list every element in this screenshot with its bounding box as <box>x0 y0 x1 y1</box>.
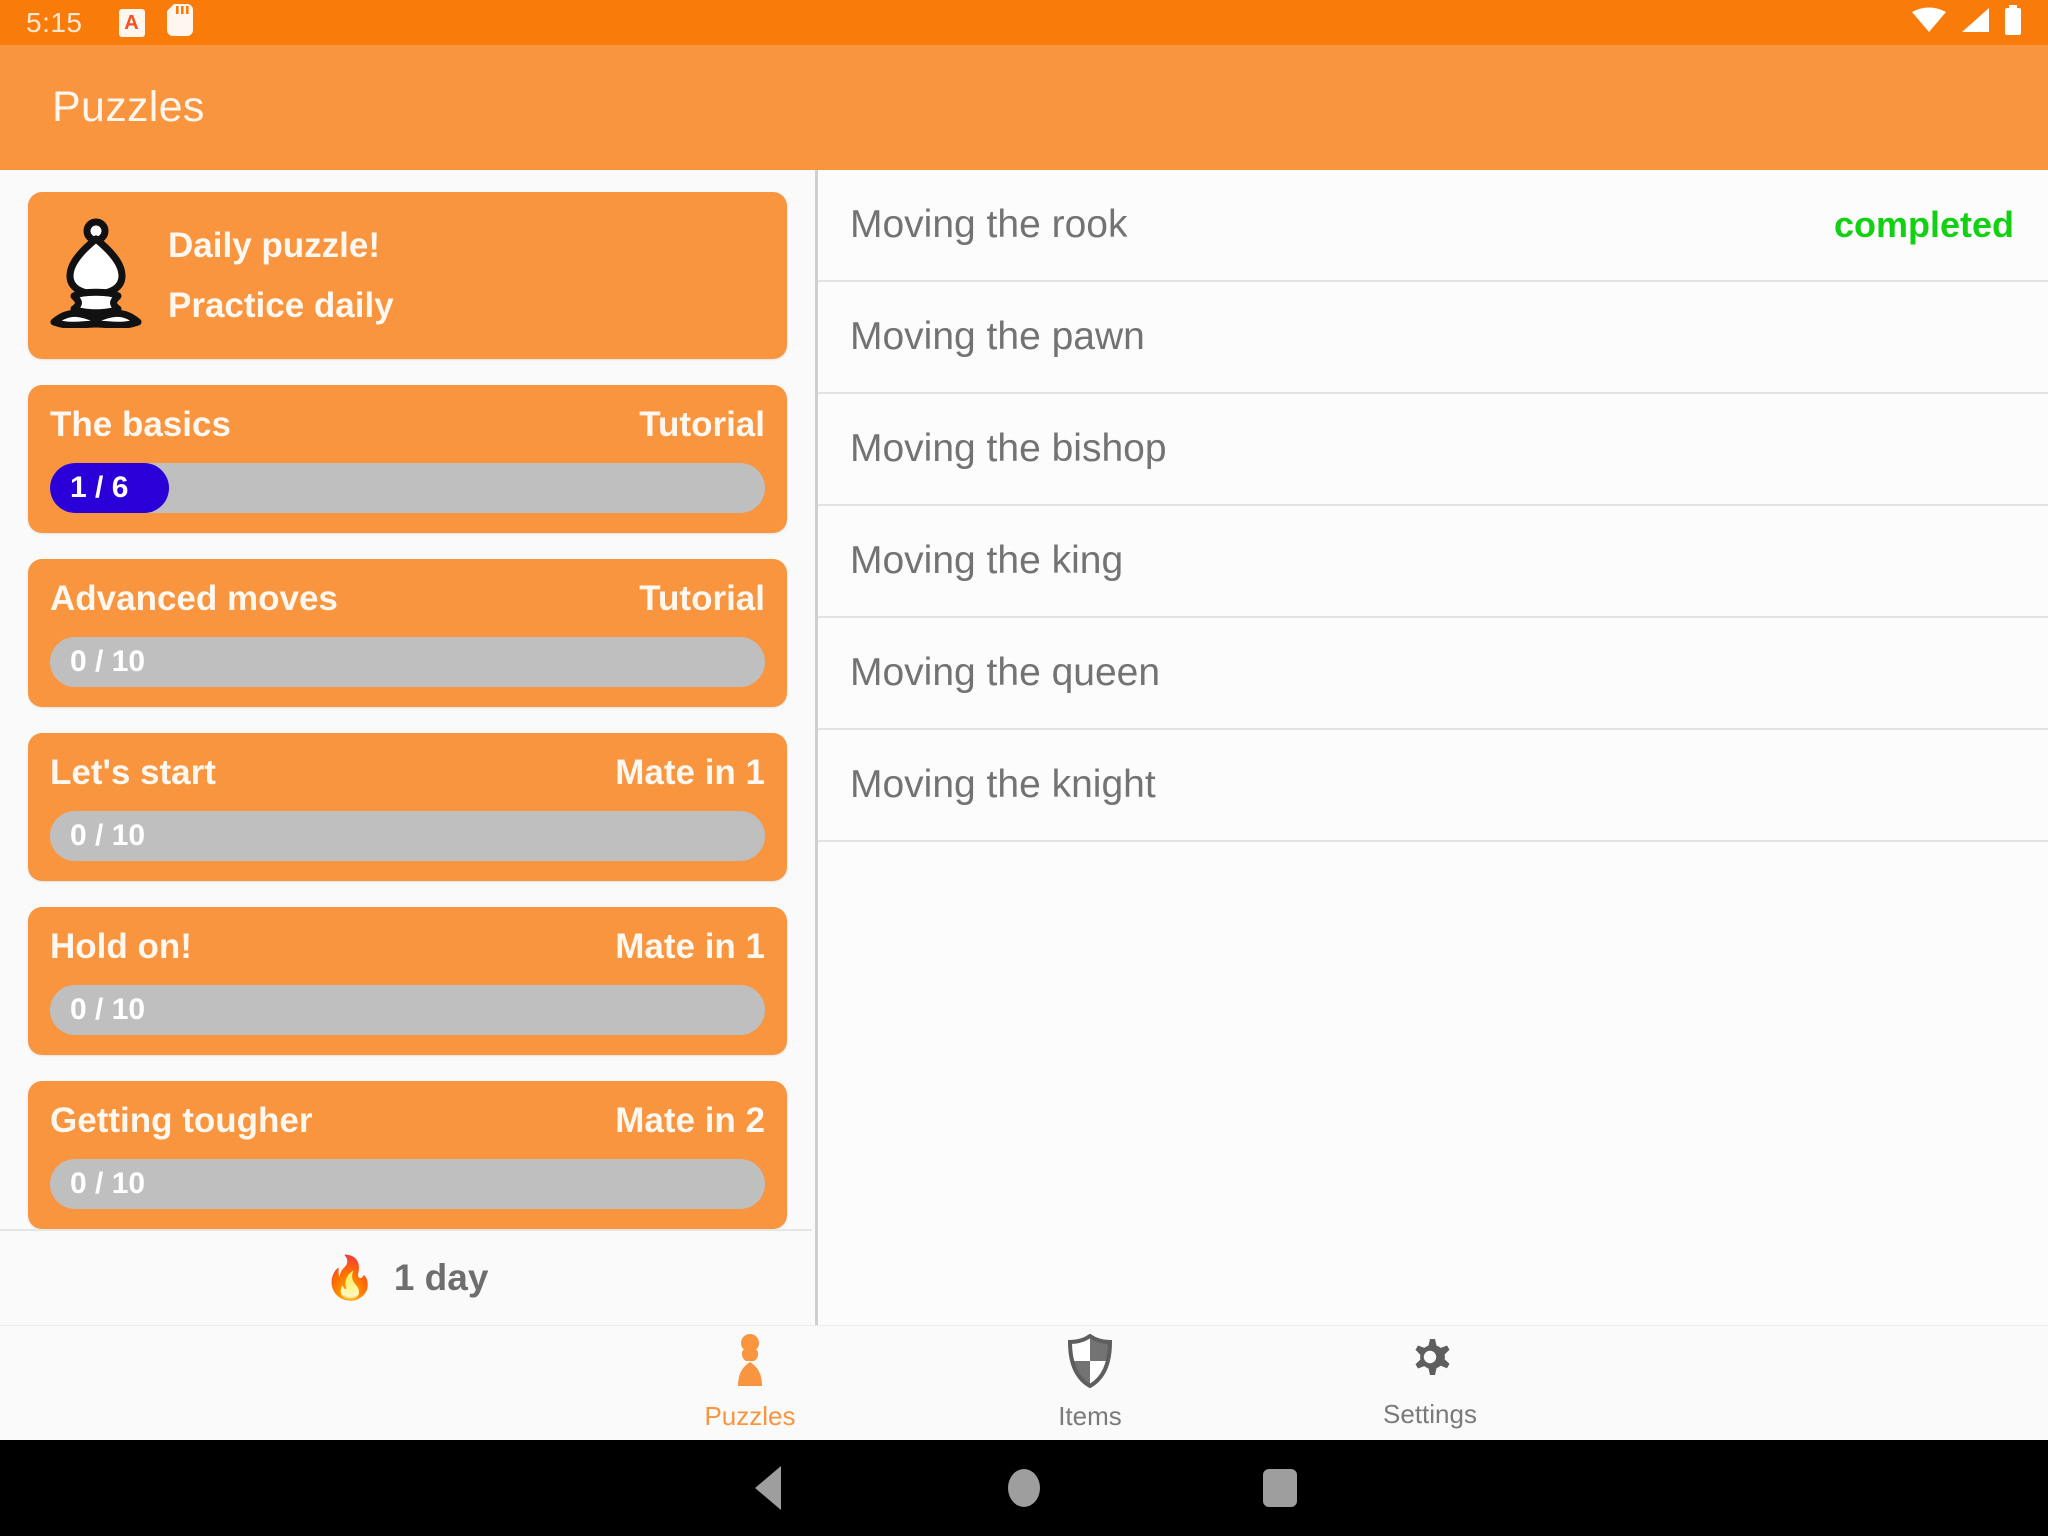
category-tag: Tutorial <box>639 405 765 444</box>
category-card[interactable]: Advanced moves Tutorial 0 / 10 <box>28 559 787 707</box>
category-card-header: The basics Tutorial <box>50 405 765 445</box>
daily-puzzle-subtitle: Practice daily <box>168 285 394 325</box>
chess-bishop-icon <box>50 218 142 333</box>
shield-icon <box>1067 1333 1113 1393</box>
nav-tab-items[interactable]: Items <box>920 1326 1260 1441</box>
nav-tab-items-label: Items <box>1058 1401 1122 1431</box>
bottom-navigation: Puzzles Items Settings <box>0 1325 2048 1440</box>
category-card[interactable]: Let's start Mate in 1 0 / 10 <box>28 733 787 881</box>
puzzle-categories-list[interactable]: Daily puzzle! Practice daily The basics … <box>0 170 815 1229</box>
nav-tab-puzzles-label: Puzzles <box>704 1401 796 1431</box>
lesson-title: Moving the pawn <box>850 315 1145 358</box>
wifi-icon <box>1912 7 1946 38</box>
lesson-title: Moving the king <box>850 539 1124 582</box>
category-title: Getting tougher <box>50 1101 313 1140</box>
lesson-title: Moving the rook <box>850 203 1128 246</box>
recents-icon <box>1263 1469 1297 1507</box>
android-recents-button[interactable] <box>1152 1469 1408 1507</box>
lesson-row[interactable]: Moving the rook completed <box>818 170 2048 282</box>
lesson-list-panel: Moving the rook completed Moving the paw… <box>818 170 2048 1325</box>
category-card-header: Advanced moves Tutorial <box>50 579 765 619</box>
nav-tab-settings[interactable]: Settings <box>1260 1326 1600 1441</box>
category-card-header: Getting tougher Mate in 2 <box>50 1101 765 1141</box>
status-bar-clock: 5:15 <box>26 6 83 38</box>
app-a-icon: A <box>118 8 145 37</box>
category-progress-label: 0 / 10 <box>70 645 146 678</box>
app-root: 5:15 A Puzzles Daily puzzle! Practice da… <box>0 0 2048 1536</box>
status-bar-system-icons <box>1912 5 2022 40</box>
category-progress-bar: 0 / 10 <box>50 1159 765 1209</box>
back-icon <box>755 1466 781 1510</box>
category-title: The basics <box>50 405 231 444</box>
daily-puzzle-texts: Daily puzzle! Practice daily <box>168 226 394 326</box>
category-title: Let's start <box>50 753 216 792</box>
cell-signal-icon <box>1960 7 1990 38</box>
streak-bar: 🔥 1 day <box>0 1229 812 1325</box>
category-card[interactable]: Hold on! Mate in 1 0 / 10 <box>28 907 787 1055</box>
android-back-button[interactable] <box>640 1466 896 1510</box>
home-icon <box>1008 1469 1040 1507</box>
category-progress-bar: 1 / 6 <box>50 463 765 513</box>
lesson-status-badge: completed <box>1833 204 2014 245</box>
category-progress-label: 0 / 10 <box>70 993 146 1026</box>
category-progress-label: 0 / 10 <box>70 1167 146 1200</box>
app-bar: Puzzles <box>0 45 2048 170</box>
nav-tab-puzzles[interactable]: Puzzles <box>580 1326 920 1441</box>
daily-puzzle-card[interactable]: Daily puzzle! Practice daily <box>28 192 787 359</box>
page-title: Puzzles <box>52 83 205 131</box>
category-tag: Mate in 1 <box>615 927 765 966</box>
status-bar-notification-icons: A <box>118 4 193 41</box>
category-progress-bar: 0 / 10 <box>50 985 765 1035</box>
nav-tab-settings-label: Settings <box>1383 1399 1477 1429</box>
category-progress-bar: 0 / 10 <box>50 637 765 687</box>
lesson-row[interactable]: Moving the pawn <box>818 282 2048 394</box>
lesson-title: Moving the queen <box>850 651 1161 694</box>
lesson-row[interactable]: Moving the bishop <box>818 394 2048 506</box>
lesson-row[interactable]: Moving the knight <box>818 730 2048 842</box>
lesson-title: Moving the knight <box>850 763 1156 806</box>
gear-icon <box>1405 1336 1455 1391</box>
lesson-row[interactable]: Moving the king <box>818 506 2048 618</box>
category-progress-label: 1 / 6 <box>70 471 129 504</box>
content-area: Daily puzzle! Practice daily The basics … <box>0 170 2048 1325</box>
android-navigation-bar <box>0 1440 2048 1536</box>
category-title: Advanced moves <box>50 579 338 618</box>
category-card[interactable]: The basics Tutorial 1 / 6 <box>28 385 787 533</box>
category-card[interactable]: Getting tougher Mate in 2 0 / 10 <box>28 1081 787 1229</box>
category-card-header: Let's start Mate in 1 <box>50 753 765 793</box>
category-tag: Tutorial <box>639 579 765 618</box>
lesson-row[interactable]: Moving the queen <box>818 618 2048 730</box>
category-tag: Mate in 1 <box>615 753 765 792</box>
streak-text: 1 day <box>393 1257 489 1298</box>
status-bar: 5:15 A <box>0 0 2048 45</box>
puzzle-categories-panel: Daily puzzle! Practice daily The basics … <box>0 170 818 1325</box>
category-title: Hold on! <box>50 927 192 966</box>
category-card-header: Hold on! Mate in 1 <box>50 927 765 967</box>
sd-card-icon <box>166 4 193 41</box>
chess-pawn-icon <box>727 1334 773 1393</box>
category-progress-bar: 0 / 10 <box>50 811 765 861</box>
category-tag: Mate in 2 <box>615 1101 765 1140</box>
daily-puzzle-title: Daily puzzle! <box>168 225 380 265</box>
android-home-button[interactable] <box>896 1469 1152 1507</box>
flame-icon: 🔥 <box>323 1254 376 1301</box>
category-progress-label: 0 / 10 <box>70 819 146 852</box>
lesson-title: Moving the bishop <box>850 427 1167 470</box>
battery-icon <box>2004 5 2022 40</box>
